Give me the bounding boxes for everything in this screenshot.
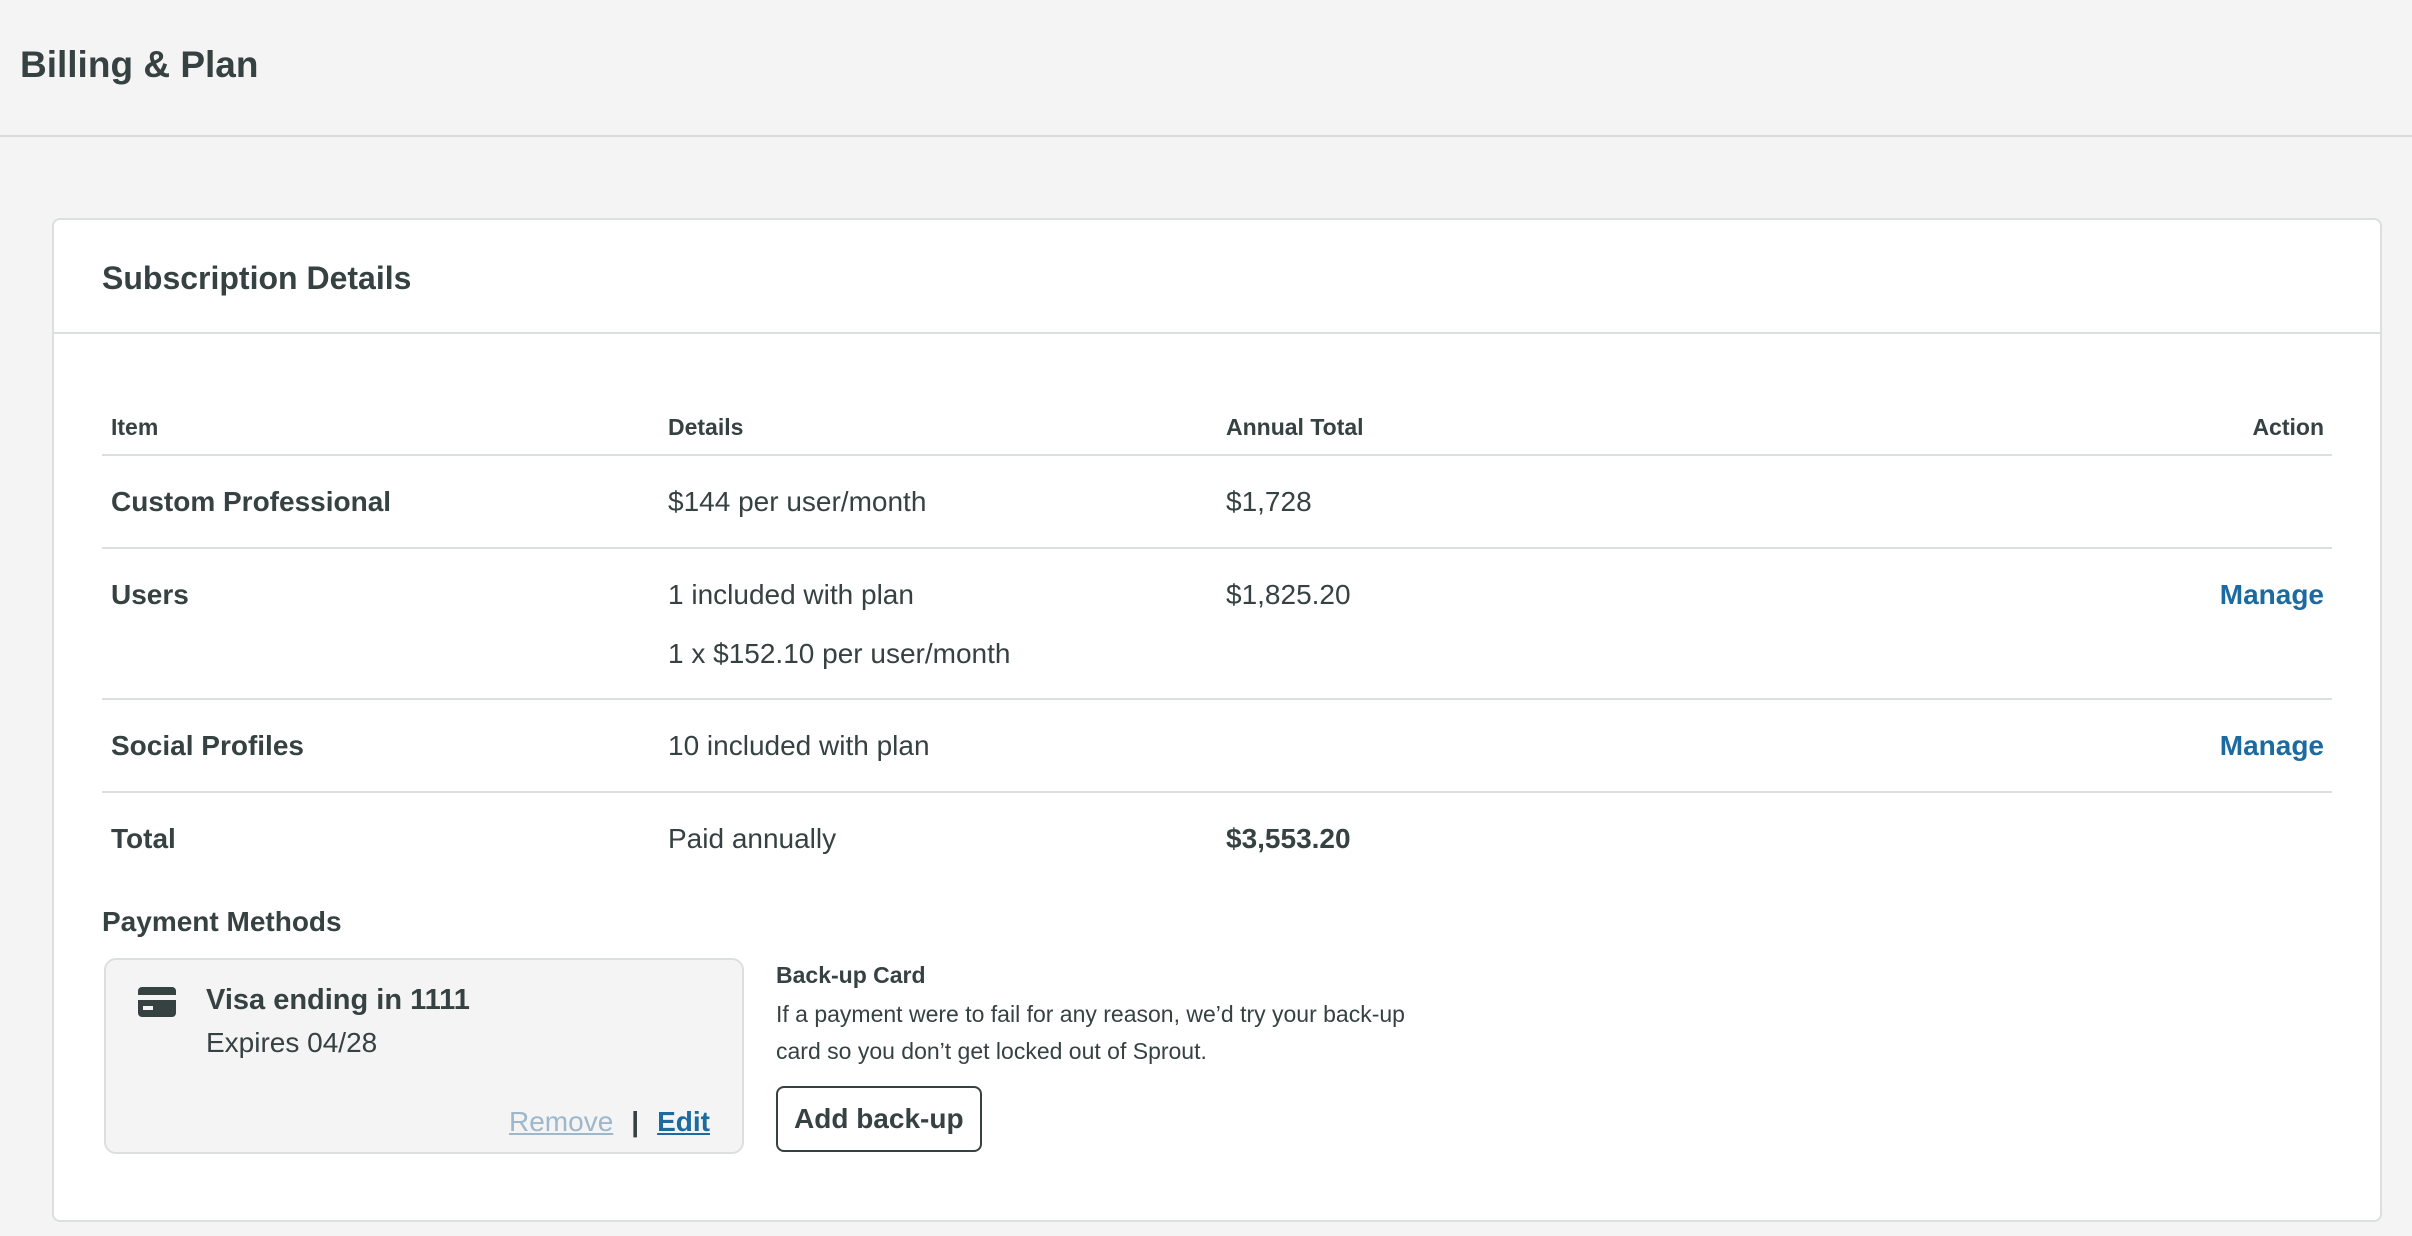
subscription-card: Subscription Details Item Details Annual… [52, 218, 2382, 1222]
column-header-annual-total: Annual Total [1226, 414, 1364, 440]
card-name: Visa ending in 1111 [206, 984, 470, 1016]
payment-card: Visa ending in 1111 Expires 04/28 Remove… [104, 958, 744, 1154]
manage-users-link[interactable]: Manage [2220, 579, 2324, 611]
column-header-action: Action [2252, 414, 2324, 440]
table-row-total: Total Paid annually $3,553.20 [102, 793, 2332, 886]
row-item: Custom Professional [111, 486, 392, 517]
table-row: Social Profiles 10 included with plan Ma… [102, 700, 2332, 793]
remove-card-link[interactable]: Remove [509, 1106, 613, 1138]
row-details: Paid annually [668, 823, 837, 854]
row-details-secondary: 1 x $152.10 per user/month [668, 638, 1011, 669]
row-annual-total: $3,553.20 [1226, 823, 1351, 854]
add-backup-button[interactable]: Add back-up [776, 1086, 982, 1152]
row-details: 10 included with plan [668, 730, 930, 761]
backup-card-description: If a payment were to fail for any reason… [776, 1001, 1405, 1064]
row-annual-total: $1,825.20 [1226, 579, 1351, 610]
page-header: Billing & Plan [0, 0, 2412, 137]
row-details: 1 included with plan [668, 579, 914, 610]
table-header-row: Item Details Annual Total Action [102, 390, 2332, 456]
card-actions: Remove | Edit [509, 1106, 710, 1138]
column-header-item: Item [111, 414, 159, 440]
row-details: $144 per user/month [668, 486, 927, 517]
row-item: Social Profiles [111, 730, 304, 761]
row-annual-total: $1,728 [1226, 486, 1312, 517]
card-expiry: Expires 04/28 [206, 1027, 378, 1058]
column-header-details: Details [668, 414, 744, 440]
backup-card-title: Back-up Card [776, 962, 926, 988]
row-item: Total [111, 823, 176, 854]
row-item: Users [111, 579, 189, 610]
table-row: Custom Professional $144 per user/month … [102, 456, 2332, 549]
payment-methods-title: Payment Methods [102, 906, 342, 937]
page-title: Billing & Plan [20, 44, 259, 85]
edit-card-link[interactable]: Edit [657, 1106, 710, 1138]
table-row: Users 1 included with plan 1 x $152.10 p… [102, 549, 2332, 700]
card-title: Subscription Details [102, 260, 412, 296]
manage-social-profiles-link[interactable]: Manage [2220, 730, 2324, 762]
card-header: Subscription Details [54, 220, 2380, 334]
credit-card-icon [138, 987, 176, 1017]
link-separator: | [631, 1106, 640, 1137]
subscription-table: Item Details Annual Total Action Custom … [102, 390, 2332, 886]
